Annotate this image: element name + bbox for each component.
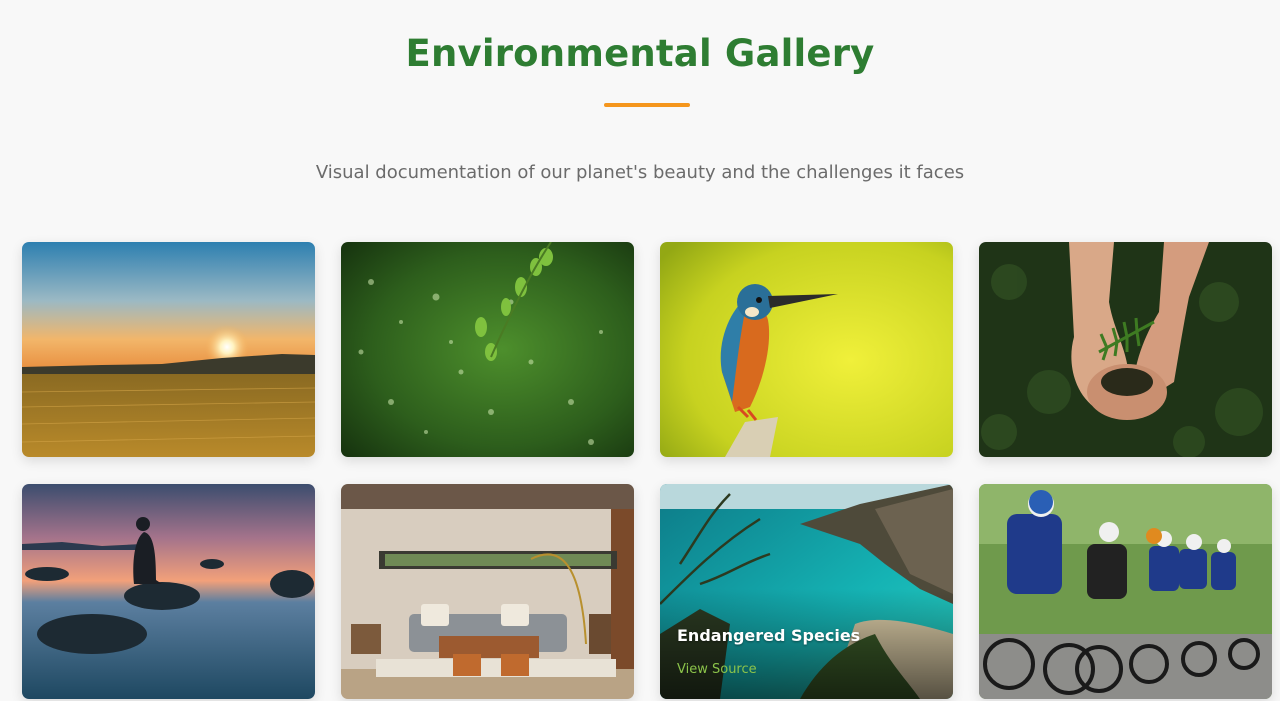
gallery-page: Environmental Gallery Visual documentati…	[0, 0, 1280, 701]
gallery-card[interactable]	[341, 242, 634, 457]
kingfisher-bird-photo	[660, 242, 953, 457]
modern-living-room-photo	[341, 484, 634, 699]
gallery-card[interactable]	[22, 484, 315, 699]
view-source-link[interactable]: View Source	[677, 662, 757, 677]
gallery-grid: Endangered Species View Source	[22, 242, 1272, 699]
gallery-card[interactable]	[979, 484, 1272, 699]
card-caption: Endangered Species	[677, 626, 861, 645]
leaves-bokeh-rain-photo	[341, 242, 634, 457]
title-underline	[604, 103, 690, 107]
gallery-card[interactable]	[979, 242, 1272, 457]
gallery-card[interactable]	[22, 242, 315, 457]
sunset-wheat-field-photo	[22, 242, 315, 457]
hands-holding-plant-photo	[979, 242, 1272, 457]
person-on-rock-seascape-photo	[22, 484, 315, 699]
page-subtitle: Visual documentation of our planet's bea…	[315, 162, 965, 183]
gallery-card[interactable]: Endangered Species View Source	[660, 484, 953, 699]
cyclists-race-photo	[979, 484, 1272, 699]
gallery-card[interactable]	[341, 484, 634, 699]
page-title: Environmental Gallery	[405, 32, 875, 75]
gallery-card[interactable]	[660, 242, 953, 457]
